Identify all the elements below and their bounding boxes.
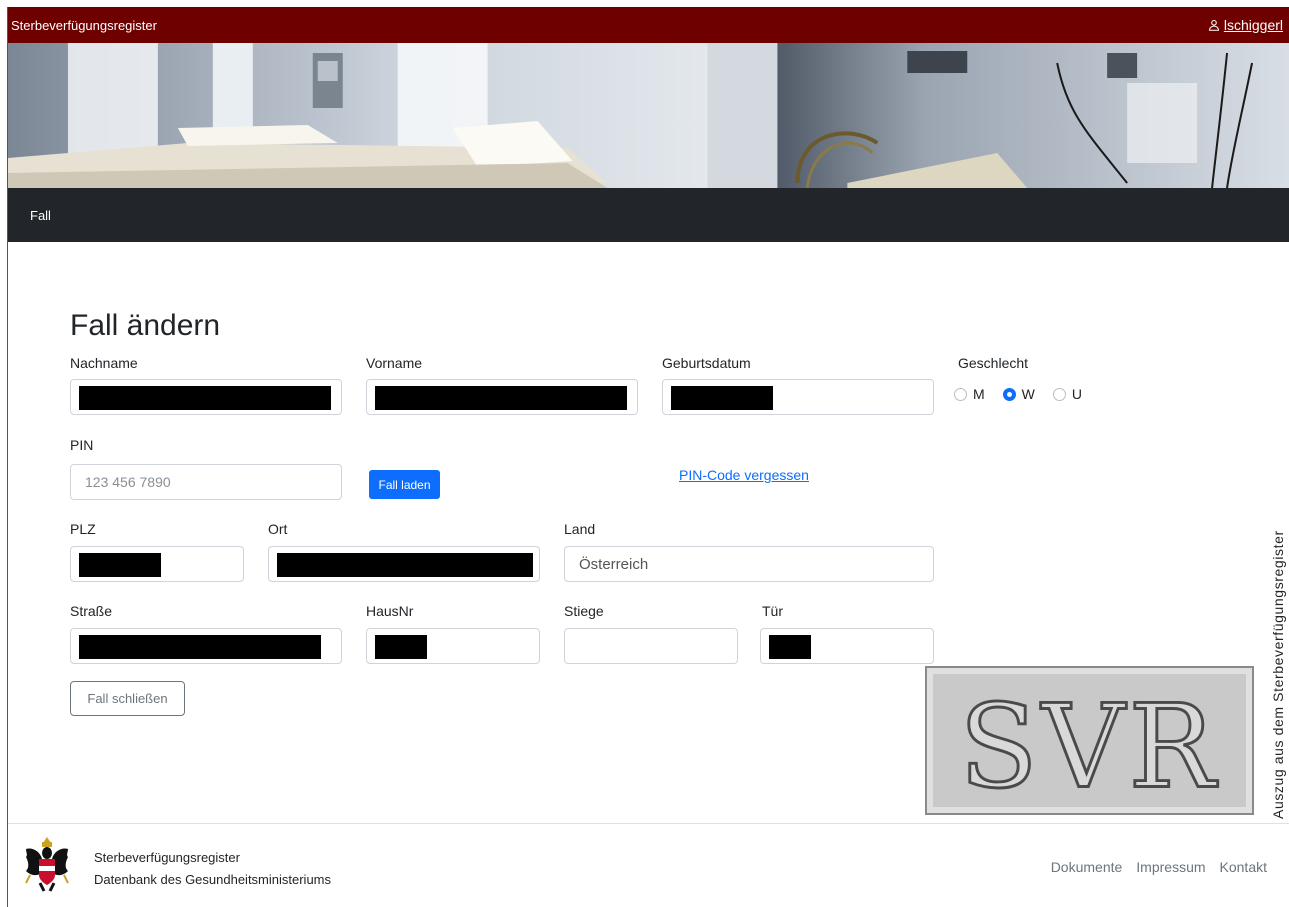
tuer-label: Tür	[762, 603, 783, 619]
hospital-room-image	[8, 43, 1289, 188]
pin-placeholder: 123 456 7890	[85, 474, 171, 490]
footer-title: Sterbeverfügungsregister	[94, 850, 240, 865]
top-bar: Sterbeverfügungsregister lschiggerl	[8, 7, 1289, 43]
brand-title[interactable]: Sterbeverfügungsregister	[11, 18, 157, 33]
strasse-label: Straße	[70, 603, 113, 619]
radio-circle[interactable]	[954, 387, 967, 401]
land-input[interactable]: Österreich	[564, 546, 934, 582]
pin-input[interactable]: 123 456 7890	[70, 464, 342, 500]
vorname-input[interactable]	[366, 379, 638, 415]
footer-subtitle: Datenbank des Gesundheitsministeriums	[94, 872, 332, 887]
ort-label: Ort	[268, 521, 288, 537]
redaction-bar	[79, 386, 331, 410]
austrian-eagle-crest-icon	[25, 837, 69, 892]
close-case-button[interactable]: Fall schließen	[70, 681, 185, 716]
geschlecht-radio-m[interactable]: M	[954, 386, 985, 402]
geschlecht-radio-u[interactable]: U	[1052, 386, 1082, 402]
user-name-link[interactable]: lschiggerl	[1224, 17, 1283, 33]
redaction-bar	[671, 386, 773, 410]
ort-input[interactable]	[268, 546, 540, 582]
geburtsdatum-label: Geburtsdatum	[662, 355, 751, 371]
strasse-input[interactable]	[70, 628, 342, 664]
land-label: Land	[564, 521, 596, 537]
vorname-label: Vorname	[366, 355, 423, 371]
nachname-label: Nachname	[70, 355, 138, 371]
radio-circle[interactable]	[1052, 387, 1066, 401]
stiege-label: Stiege	[564, 603, 604, 619]
redaction-bar	[79, 635, 321, 659]
page: Sterbeverfügungsregister lschiggerl Fall…	[7, 7, 1289, 907]
plz-label: PLZ	[70, 521, 96, 537]
tuer-input[interactable]	[760, 628, 934, 664]
side-watermark-text: Auszug aus dem Sterbeverfügungsregister	[1270, 530, 1286, 819]
svr-watermark: SVR	[925, 666, 1254, 815]
footer: Sterbeverfügungsregister Datenbank des G…	[8, 823, 1289, 907]
redaction-bar	[375, 635, 427, 659]
radio-circle-checked[interactable]	[1002, 387, 1016, 401]
redaction-bar	[375, 386, 627, 410]
nachname-input[interactable]	[70, 379, 342, 415]
nav-item-fall[interactable]: Fall	[30, 208, 51, 223]
footer-link-impressum[interactable]: Impressum	[1136, 859, 1205, 875]
geschlecht-radio-w[interactable]: W	[1002, 386, 1035, 402]
hausnr-label: HausNr	[366, 603, 414, 619]
footer-link-dokumente[interactable]: Dokumente	[1051, 859, 1123, 875]
main-nav: Fall	[8, 188, 1289, 242]
redaction-bar	[79, 553, 161, 577]
svg-text:SVR: SVR	[959, 681, 1219, 813]
geburtsdatum-input[interactable]	[662, 379, 934, 415]
plz-input[interactable]	[70, 546, 244, 582]
stiege-input[interactable]	[564, 628, 738, 664]
user-menu[interactable]: lschiggerl	[1208, 17, 1283, 33]
geschlecht-radio-group: M W U	[954, 386, 1092, 402]
footer-link-kontakt[interactable]: Kontakt	[1220, 859, 1267, 875]
load-case-button[interactable]: Fall laden	[369, 470, 440, 499]
svr-logo: SVR	[958, 679, 1219, 813]
hausnr-input[interactable]	[366, 628, 540, 664]
footer-links: Dokumente Impressum Kontakt	[1051, 859, 1267, 875]
hero-banner	[8, 43, 1289, 188]
user-icon	[1208, 19, 1219, 31]
redaction-bar	[277, 553, 533, 577]
forgot-pin-link[interactable]: PIN-Code vergessen	[679, 467, 809, 483]
land-value: Österreich	[579, 555, 649, 573]
redaction-bar	[769, 635, 811, 659]
pin-label: PIN	[70, 437, 94, 453]
geschlecht-label: Geschlecht	[958, 355, 1029, 371]
page-title: Fall ändern	[70, 309, 221, 342]
